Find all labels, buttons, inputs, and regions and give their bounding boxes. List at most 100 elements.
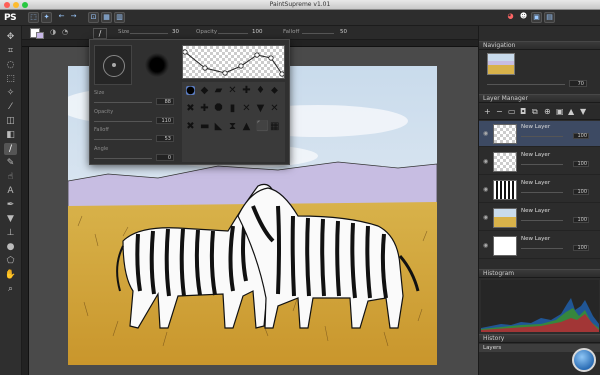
brush-shape-option[interactable]: ✕ xyxy=(270,104,279,114)
popup-opacity-value[interactable]: 110 xyxy=(156,117,174,124)
dodge-icon[interactable]: ● xyxy=(4,241,17,253)
crop-icon[interactable]: ⌗ xyxy=(4,45,17,57)
popup-falloff-slider[interactable] xyxy=(94,139,152,140)
redo-icon[interactable]: → xyxy=(68,12,79,23)
select-icon[interactable]: ⬚ xyxy=(28,12,39,23)
image-icon[interactable]: ▣ xyxy=(531,12,542,23)
navigation-thumbnail[interactable] xyxy=(487,53,515,75)
layer-opacity-value[interactable]: 100 xyxy=(573,217,589,223)
layer-opacity-slider[interactable] xyxy=(521,136,563,137)
layer-opacity-slider[interactable] xyxy=(521,192,563,193)
visibility-eye-icon[interactable]: ◉ xyxy=(483,131,489,137)
duplicate-layer-icon[interactable]: ▭ xyxy=(508,107,516,116)
layer-fx-icon[interactable]: ⊕ xyxy=(544,107,551,116)
pencil-icon[interactable]: ✎ xyxy=(4,157,17,169)
eraser-icon[interactable]: ◫ xyxy=(4,115,17,127)
gradient-icon[interactable]: ◧ xyxy=(4,129,17,141)
visibility-eye-icon[interactable]: ◉ xyxy=(483,243,489,249)
layer-row[interactable]: ◉ New Layer 100 xyxy=(479,233,600,259)
brush-shape-option[interactable]: ◣ xyxy=(214,122,223,132)
falloff-value[interactable]: 50 xyxy=(340,29,347,35)
size-value[interactable]: 30 xyxy=(172,29,179,35)
layer-name[interactable]: New Layer xyxy=(521,180,550,186)
select-icon[interactable]: ⬚ xyxy=(4,73,17,85)
brush-shape-option[interactable]: ✕ xyxy=(228,86,237,96)
popup-size-slider[interactable] xyxy=(94,102,152,103)
undo-icon[interactable]: ← xyxy=(56,12,67,23)
layer-opacity-value[interactable]: 100 xyxy=(573,133,589,139)
windows-icon[interactable]: ▥ xyxy=(114,12,125,23)
delete-layer-icon[interactable]: − xyxy=(496,107,503,116)
brush-shape-option[interactable]: ▰ xyxy=(214,86,223,96)
magic-icon[interactable]: ✦ xyxy=(41,12,52,23)
brush-shape-option[interactable]: ⧗ xyxy=(228,122,237,132)
visibility-eye-icon[interactable]: ◉ xyxy=(483,159,489,165)
brush-shape-option[interactable]: ⬥ xyxy=(270,86,279,96)
popup-opacity-slider[interactable] xyxy=(94,121,152,122)
fit-icon[interactable]: ⊡ xyxy=(88,12,99,23)
reset-colors-icon[interactable]: ◔ xyxy=(62,28,68,36)
layer-row[interactable]: ◉ New Layer 100 xyxy=(479,177,600,203)
visibility-eye-icon[interactable]: ◉ xyxy=(483,187,489,193)
opacity-value[interactable]: 100 xyxy=(252,29,263,35)
layer-opacity-value[interactable]: 100 xyxy=(573,189,589,195)
lasso-icon[interactable]: ◌ xyxy=(4,59,17,71)
brush-shape-option[interactable]: ⬛ xyxy=(256,122,268,132)
layer-name[interactable]: New Layer xyxy=(521,236,550,242)
visibility-eye-icon[interactable]: ◉ xyxy=(483,215,489,221)
merge-layer-icon[interactable]: ⧉ xyxy=(532,107,538,117)
brush-shape-option[interactable]: ✚ xyxy=(242,86,251,96)
brush-shape-option[interactable]: ◆ xyxy=(200,86,209,96)
magic-wand-icon[interactable]: ✧ xyxy=(4,87,17,99)
layer-name[interactable]: New Layer xyxy=(521,152,550,158)
brush-shape-option[interactable]: ✚ xyxy=(200,104,209,114)
text-icon[interactable]: A xyxy=(4,185,17,197)
layer-row[interactable]: ◉ New Layer 100 xyxy=(479,121,600,147)
shape-icon[interactable]: ⬠ xyxy=(4,255,17,267)
brush-shape-option[interactable]: ✖ xyxy=(186,104,195,114)
brush-shape-option[interactable]: ▦ xyxy=(270,122,279,132)
layer-opacity-slider[interactable] xyxy=(521,220,563,221)
soft-brush-preview[interactable] xyxy=(138,45,176,85)
fx-icon[interactable]: ☻ xyxy=(518,12,529,23)
brush-shape-option[interactable]: ▮ xyxy=(228,104,237,114)
add-layer-icon[interactable]: + xyxy=(484,107,491,116)
navigation-zoom-slider[interactable] xyxy=(487,84,565,85)
brush-shape-option[interactable]: ▲ xyxy=(242,122,251,132)
popup-angle-slider[interactable] xyxy=(94,158,152,159)
brush-shape-option[interactable]: ✖ xyxy=(186,122,195,132)
pen-icon[interactable]: ✒ xyxy=(4,199,17,211)
adjust-layer-icon[interactable]: ▣ xyxy=(556,107,564,116)
swap-colors-icon[interactable]: ◑ xyxy=(50,28,56,36)
brush-shape-option[interactable]: ♦ xyxy=(256,86,265,96)
brush-preset-button[interactable]: ∕ xyxy=(93,28,107,39)
size-slider[interactable] xyxy=(130,33,168,34)
brush-icon[interactable]: ∕ xyxy=(4,143,17,155)
background-color-swatch[interactable] xyxy=(36,32,44,39)
move-icon[interactable]: ✥ xyxy=(4,31,17,43)
brush-shape-option[interactable]: ✕ xyxy=(242,104,251,114)
brush-tip-preview[interactable] xyxy=(94,45,132,85)
layer-name[interactable]: New Layer xyxy=(521,208,550,214)
layer-opacity-value[interactable]: 100 xyxy=(573,245,589,251)
falloff-slider[interactable] xyxy=(302,33,334,34)
layer-row[interactable]: ◉ New Layer 100 xyxy=(479,149,600,175)
hand-icon[interactable]: ✋ xyxy=(4,269,17,281)
popup-angle-value[interactable]: 0 xyxy=(156,154,174,161)
layer-row[interactable]: ◉ New Layer 100 xyxy=(479,205,600,231)
layer-mask-icon[interactable]: ◘ xyxy=(520,107,526,116)
move-up-icon[interactable]: ▲ xyxy=(568,107,574,116)
zoom-icon[interactable]: ⌕ xyxy=(4,283,17,295)
eyedropper-icon[interactable]: ⁄ xyxy=(4,101,17,113)
brush-shape-option[interactable]: ▬ xyxy=(200,122,209,132)
brush-shape-option[interactable]: ● xyxy=(186,86,195,96)
popup-size-value[interactable]: 88 xyxy=(156,98,174,105)
navigation-zoom-value[interactable]: 70 xyxy=(569,80,587,87)
smudge-icon[interactable]: ☝ xyxy=(4,171,17,183)
stamp-icon[interactable]: ⊥ xyxy=(4,227,17,239)
popup-falloff-value[interactable]: 53 xyxy=(156,135,174,142)
layers-icon[interactable]: ▤ xyxy=(544,12,555,23)
color-icon[interactable]: ◕ xyxy=(505,12,516,23)
layer-opacity-slider[interactable] xyxy=(521,164,563,165)
layer-opacity-value[interactable]: 100 xyxy=(573,161,589,167)
